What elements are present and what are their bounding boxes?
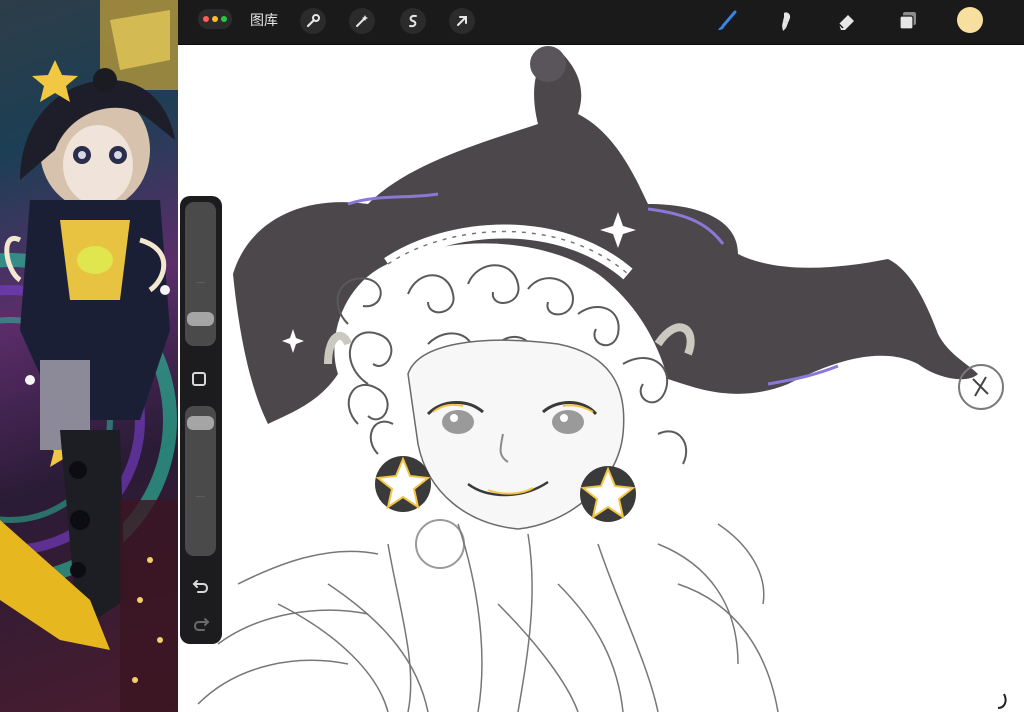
reference-image-panel[interactable] (0, 0, 178, 712)
undo-icon[interactable] (191, 576, 211, 596)
slider-tick (196, 282, 205, 283)
procreate-app: 图库 (0, 0, 1024, 712)
reference-artwork (0, 0, 178, 712)
smudge-icon[interactable] (772, 6, 802, 36)
brush-icon[interactable] (712, 6, 742, 36)
brush-size-thumb[interactable] (187, 312, 214, 326)
selection-icon[interactable] (400, 8, 426, 34)
close-dot[interactable] (203, 16, 209, 22)
layers-icon[interactable] (893, 6, 923, 36)
opacity-slider[interactable] (185, 406, 216, 556)
modify-square-icon[interactable] (192, 372, 206, 386)
eraser-icon[interactable] (832, 6, 862, 36)
transform-arrow-icon[interactable] (449, 8, 475, 34)
window-controls[interactable] (198, 9, 232, 29)
magic-wand-icon[interactable] (349, 8, 375, 34)
minimize-dot[interactable] (212, 16, 218, 22)
sketch-artwork (197, 46, 1007, 712)
top-toolbar: 图库 (178, 0, 1024, 45)
redo-icon[interactable] (191, 614, 211, 634)
drawing-canvas[interactable] (178, 44, 1024, 712)
wrench-icon[interactable] (300, 8, 326, 34)
opacity-thumb[interactable] (187, 416, 214, 430)
maximize-dot[interactable] (221, 16, 227, 22)
color-picker-swatch[interactable] (957, 7, 983, 33)
slider-tick (196, 496, 205, 497)
gallery-button[interactable]: 图库 (250, 11, 278, 29)
side-toolbar (180, 196, 222, 644)
brush-size-slider[interactable] (185, 202, 216, 346)
